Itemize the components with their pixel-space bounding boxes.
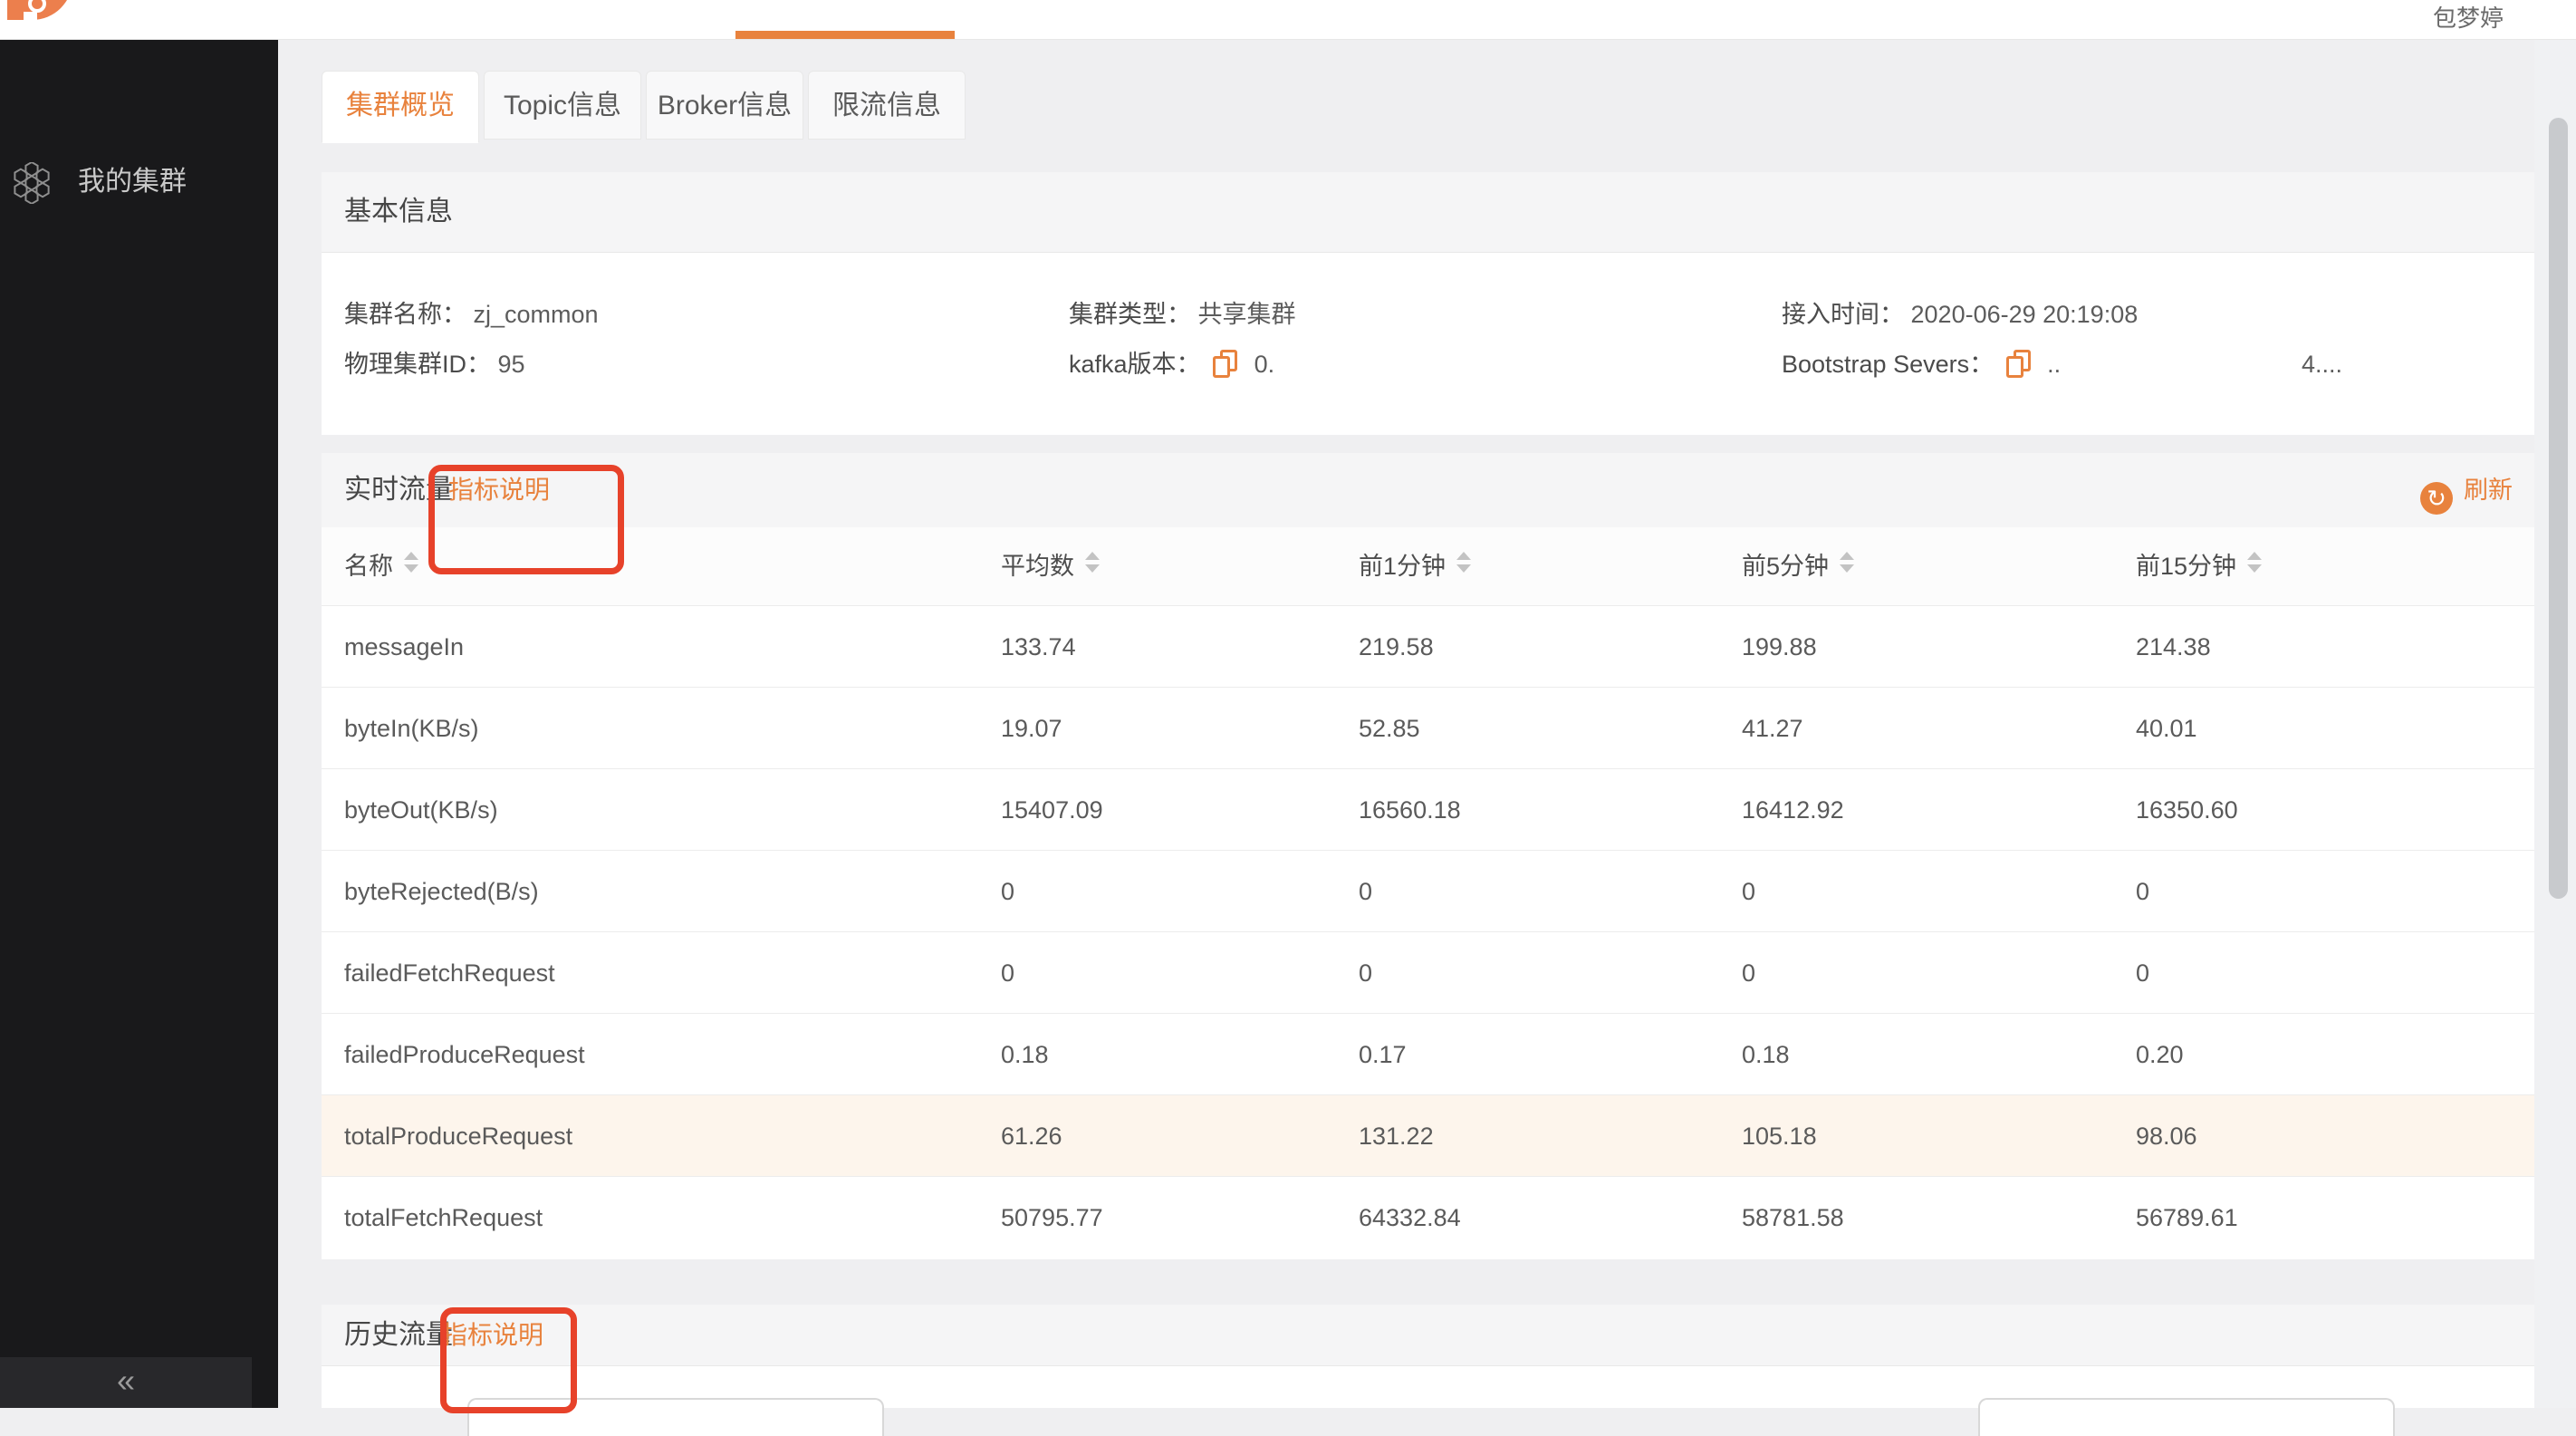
history-control-group[interactable] xyxy=(467,1398,884,1436)
sort-carets-icon[interactable] xyxy=(1085,552,1100,573)
column-header-1min[interactable]: 前1分钟 xyxy=(1359,527,1471,605)
metric-1min: 52.85 xyxy=(1359,688,1420,769)
table-row: byteIn(KB/s) 19.07 52.85 41.27 40.01 xyxy=(322,687,2534,769)
metric-15min: 56789.61 xyxy=(2136,1177,2238,1258)
scrollbar-thumb[interactable] xyxy=(2549,118,2568,899)
metric-1min: 0 xyxy=(1359,851,1372,932)
history-traffic-card: 历史流量 指标说明 xyxy=(322,1305,2534,1408)
metric-5min: 105.18 xyxy=(1742,1095,1817,1177)
cluster-tabs: 集群概览 Topic信息 Broker信息 限流信息 xyxy=(322,71,970,141)
tab-broker-info[interactable]: Broker信息 xyxy=(646,71,803,140)
metric-5min: 0.18 xyxy=(1742,1014,1790,1095)
field-kafka-version: kafka版本： 0. xyxy=(1069,340,1274,389)
metric-avg: 61.26 xyxy=(1001,1095,1062,1177)
metric-15min: 16350.60 xyxy=(2136,769,2238,851)
field-cluster-name: 集群名称： zj_common xyxy=(344,290,599,339)
metric-avg: 50795.77 xyxy=(1001,1177,1103,1258)
table-row-highlighted: totalProduceRequest 61.26 131.22 105.18 … xyxy=(322,1094,2534,1177)
metric-name: totalProduceRequest xyxy=(344,1095,572,1177)
sort-carets-icon[interactable] xyxy=(1840,552,1854,573)
metric-avg: 19.07 xyxy=(1001,688,1062,769)
collapse-icon: « xyxy=(117,1362,135,1399)
metric-name: failedProduceRequest xyxy=(344,1014,585,1095)
column-header-name[interactable]: 名称 xyxy=(344,527,418,605)
realtime-traffic-card: 实时流量 指标说明 ↻刷新 名称 平均数 前1分钟 前5分钟 前15分钟 mes… xyxy=(322,453,2534,1259)
metric-1min: 219.58 xyxy=(1359,606,1434,688)
metric-name: totalFetchRequest xyxy=(344,1177,543,1258)
metric-15min: 0.20 xyxy=(2136,1014,2184,1095)
section-title-basic-info: 基本信息 xyxy=(344,172,453,252)
metric-5min: 58781.58 xyxy=(1742,1177,1844,1258)
field-physical-id: 物理集群ID： 95 xyxy=(344,340,525,389)
refresh-button[interactable]: ↻刷新 xyxy=(2420,453,2513,527)
tab-throttle-info[interactable]: 限流信息 xyxy=(808,71,966,140)
metric-name: messageIn xyxy=(344,606,464,688)
metric-1min: 64332.84 xyxy=(1359,1177,1461,1258)
table-row: messageIn 133.74 219.58 199.88 214.38 xyxy=(322,605,2534,688)
table-row: failedProduceRequest 0.18 0.17 0.18 0.20 xyxy=(322,1013,2534,1095)
metric-doc-link[interactable]: 指标说明 xyxy=(448,453,550,527)
metric-name: byteOut(KB/s) xyxy=(344,769,498,851)
column-header-5min[interactable]: 前5分钟 xyxy=(1742,527,1854,605)
metric-avg: 0 xyxy=(1001,932,1014,1014)
tab-topic-info[interactable]: Topic信息 xyxy=(484,71,641,140)
section-title-realtime: 实时流量 xyxy=(344,453,453,527)
table-header-row: 名称 平均数 前1分钟 前5分钟 前15分钟 xyxy=(322,527,2534,605)
metric-15min: 0 xyxy=(2136,932,2149,1014)
table-row: totalFetchRequest 50795.77 64332.84 5878… xyxy=(322,1176,2534,1258)
basic-info-card: 基本信息 集群名称： zj_common 集群类型： 共享集群 接入时间： 20… xyxy=(322,172,2534,435)
user-name[interactable]: 包梦婷 xyxy=(2433,0,2504,39)
metric-5min: 0 xyxy=(1742,851,1755,932)
top-bar: 包梦婷 xyxy=(0,0,2576,40)
metric-15min: 0 xyxy=(2136,851,2149,932)
column-header-15min[interactable]: 前15分钟 xyxy=(2136,527,2262,605)
metric-name: failedFetchRequest xyxy=(344,932,555,1014)
sidebar-item-my-clusters[interactable]: 我的集群 xyxy=(0,140,278,224)
honeycomb-icon xyxy=(11,162,53,204)
metric-5min: 0 xyxy=(1742,932,1755,1014)
field-bootstrap-servers: Bootstrap Severs： .. 4.... xyxy=(1782,340,2061,389)
table-row: byteOut(KB/s) 15407.09 16560.18 16412.92… xyxy=(322,768,2534,851)
tab-cluster-overview[interactable]: 集群概览 xyxy=(322,71,479,143)
metric-name: byteRejected(B/s) xyxy=(344,851,539,932)
sidebar-collapse-button[interactable]: « xyxy=(0,1357,252,1408)
app-logo-icon[interactable] xyxy=(0,0,82,39)
copy-icon[interactable] xyxy=(1213,350,1238,379)
metric-1min: 0.17 xyxy=(1359,1014,1407,1095)
metric-1min: 131.22 xyxy=(1359,1095,1434,1177)
metric-15min: 40.01 xyxy=(2136,688,2197,769)
refresh-icon: ↻ xyxy=(2420,482,2453,515)
sort-carets-icon[interactable] xyxy=(1456,552,1471,573)
sidebar: 我的集群 « xyxy=(0,39,278,1408)
metric-15min: 214.38 xyxy=(2136,606,2211,688)
metric-avg: 0 xyxy=(1001,851,1014,932)
metric-doc-link[interactable]: 指标说明 xyxy=(442,1305,543,1365)
metric-1min: 16560.18 xyxy=(1359,769,1461,851)
metric-5min: 41.27 xyxy=(1742,688,1803,769)
sidebar-item-label: 我的集群 xyxy=(78,140,187,224)
metric-5min: 16412.92 xyxy=(1742,769,1844,851)
copy-icon[interactable] xyxy=(2006,350,2032,379)
scrollbar-track[interactable] xyxy=(2534,39,2576,1408)
sort-carets-icon[interactable] xyxy=(404,552,418,573)
metric-avg: 133.74 xyxy=(1001,606,1076,688)
active-nav-underline xyxy=(735,31,955,39)
table-row: byteRejected(B/s) 0 0 0 0 xyxy=(322,850,2534,932)
metric-name: byteIn(KB/s) xyxy=(344,688,479,769)
metric-5min: 199.88 xyxy=(1742,606,1817,688)
section-title-history: 历史流量 xyxy=(344,1305,453,1365)
field-access-time: 接入时间： 2020-06-29 20:19:08 xyxy=(1782,290,2138,339)
table-row: failedFetchRequest 0 0 0 0 xyxy=(322,931,2534,1014)
metric-avg: 0.18 xyxy=(1001,1014,1049,1095)
history-control-group[interactable] xyxy=(1978,1398,2395,1436)
field-cluster-type: 集群类型： 共享集群 xyxy=(1069,290,1296,339)
column-header-avg[interactable]: 平均数 xyxy=(1001,527,1100,605)
metric-1min: 0 xyxy=(1359,932,1372,1014)
metric-avg: 15407.09 xyxy=(1001,769,1103,851)
metric-15min: 98.06 xyxy=(2136,1095,2197,1177)
sort-carets-icon[interactable] xyxy=(2247,552,2262,573)
